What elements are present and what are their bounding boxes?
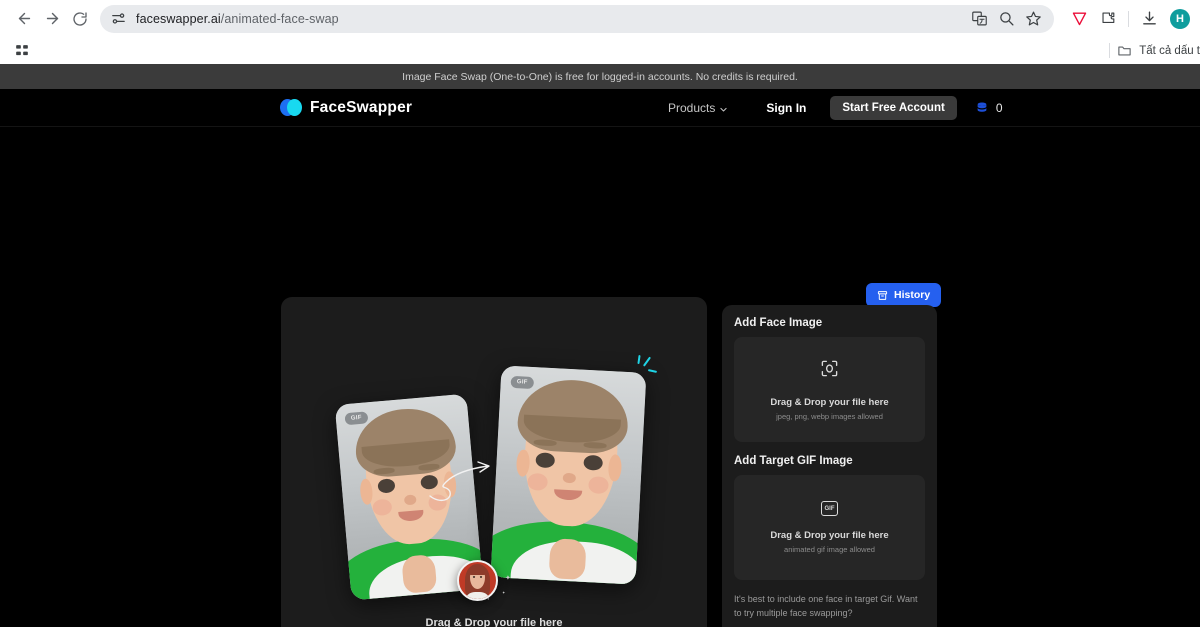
- nav-item-products[interactable]: Products: [668, 101, 728, 115]
- zoom-search-icon[interactable]: [998, 10, 1015, 27]
- coins-icon: [975, 101, 989, 115]
- gif-icon: GIF: [821, 501, 838, 516]
- translate-icon[interactable]: [971, 10, 988, 27]
- sparkle-icon: ✦: [505, 575, 511, 582]
- main-drop-title: Drag & Drop your file here: [425, 617, 563, 627]
- logo-mark-icon: [280, 98, 302, 118]
- main-drop-caption: Drag & Drop your file here animated gif …: [281, 617, 707, 627]
- credits-indicator[interactable]: 0: [975, 101, 1003, 115]
- forward-button[interactable]: [38, 5, 66, 33]
- site-header: FaceSwapper Products Sign In Start Free …: [0, 89, 1200, 127]
- workspace: GIF GIF ✦ ✦ ✦ Drag & Drop your file here…: [0, 127, 1200, 627]
- gif-badge: GIF: [510, 375, 534, 390]
- extensions-puzzle-icon[interactable]: [1095, 6, 1121, 32]
- history-button[interactable]: History: [866, 283, 942, 307]
- swap-arrow-icon: [429, 461, 490, 502]
- back-button[interactable]: [10, 5, 38, 33]
- multiface-hint: It's best to include one face in target …: [734, 594, 918, 618]
- url-text: faceswapper.ai/animated-face-swap: [136, 12, 339, 26]
- browser-toolbar: faceswapper.ai/animated-face-swap H: [0, 0, 1200, 37]
- bookmark-star-icon[interactable]: [1025, 10, 1042, 27]
- face-drop-title: Drag & Drop your file here: [770, 396, 889, 408]
- face-drop-subtitle: jpeg, png, webp images allowed: [776, 411, 883, 421]
- chevron-down-icon: [719, 103, 728, 112]
- shield-icon[interactable]: [1066, 6, 1092, 32]
- sparkle-icon: ✦: [502, 590, 506, 595]
- bookmarks-folder-label: Tất cả dấu t: [1139, 44, 1200, 57]
- brand-name: FaceSwapper: [310, 98, 413, 116]
- brand-logo[interactable]: FaceSwapper: [280, 98, 412, 118]
- profile-avatar[interactable]: H: [1170, 8, 1190, 29]
- bookmarks-divider: [1109, 43, 1111, 58]
- apps-grid-icon[interactable]: [10, 39, 34, 63]
- gif-drop-subtitle: animated gif image allowed: [784, 545, 875, 554]
- address-bar[interactable]: faceswapper.ai/animated-face-swap: [100, 4, 1054, 33]
- browser-chrome: faceswapper.ai/animated-face-swap H Tất …: [0, 0, 1200, 64]
- credits-count: 0: [995, 100, 1003, 115]
- bookmarks-bar: Tất cả dấu t: [0, 37, 1200, 64]
- site-settings-icon[interactable]: [110, 10, 127, 27]
- downloads-icon[interactable]: [1136, 6, 1162, 32]
- face-source-avatar: [457, 560, 498, 601]
- upload-panel: Add Face Image Drag & Drop your file her…: [722, 305, 937, 627]
- folder-icon: [1117, 43, 1132, 58]
- gif-drop-title: Drag & Drop your file here: [770, 530, 889, 541]
- toolbar-divider: [1128, 10, 1129, 27]
- url-path: /animated-face-swap: [220, 11, 339, 26]
- announcement-banner: Image Face Swap (One-to-One) is free for…: [0, 64, 1200, 89]
- bookmarks-overflow[interactable]: Tất cả dấu t: [1109, 37, 1200, 64]
- toolbar-actions: H: [1066, 6, 1190, 32]
- history-button-label: History: [894, 289, 931, 301]
- face-section-title: Add Face Image: [734, 317, 823, 329]
- illustration-stage: GIF GIF ✦ ✦ ✦ Drag & Drop your file here: [281, 297, 707, 627]
- nav-products-label: Products: [668, 100, 716, 115]
- face-scan-icon: [820, 359, 839, 383]
- url-domain: faceswapper.ai: [136, 11, 221, 26]
- page-content: Image Face Swap (One-to-One) is free for…: [0, 64, 1200, 627]
- gif-image-dropzone[interactable]: GIF Drag & Drop your file here animated …: [734, 475, 925, 580]
- archive-icon: [877, 290, 888, 301]
- preview-drop-panel[interactable]: GIF GIF ✦ ✦ ✦ Drag & Drop your file here: [281, 297, 707, 627]
- main-nav: Products Sign In Start Free Account 0: [668, 95, 1003, 120]
- sparkle-icon: ✦: [487, 597, 490, 601]
- reload-button[interactable]: [66, 5, 94, 33]
- nav-item-sign-in[interactable]: Sign In: [766, 101, 806, 115]
- face-image-dropzone[interactable]: Drag & Drop your file here jpeg, png, we…: [734, 337, 925, 442]
- start-free-account-button[interactable]: Start Free Account: [830, 95, 957, 120]
- gif-icon-label: GIF: [824, 505, 835, 512]
- gif-section-title: Add Target GIF Image: [734, 455, 853, 467]
- announcement-text: Image Face Swap (One-to-One) is free for…: [402, 70, 798, 83]
